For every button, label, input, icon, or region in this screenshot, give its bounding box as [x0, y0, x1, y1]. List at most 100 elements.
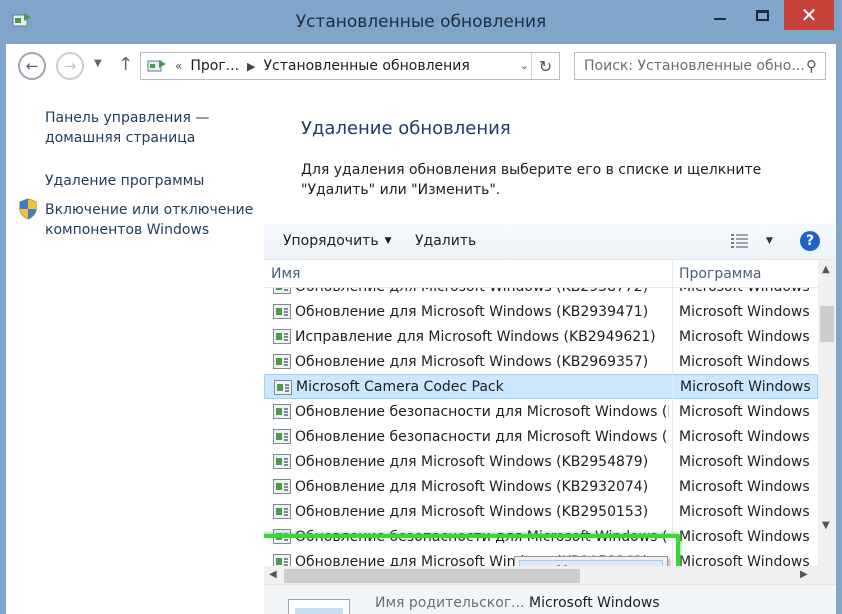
arrow-left-icon: ←: [25, 57, 39, 75]
column-header-name[interactable]: Имя: [271, 266, 300, 282]
sidebar-item-label: домашняя страница: [45, 130, 196, 146]
control-panel-icon: [147, 60, 166, 72]
shield-icon: [19, 198, 37, 220]
update-icon: [273, 454, 291, 469]
row-name-cell: Обновление для Microsoft Windows (KB2969…: [295, 353, 649, 370]
row-program-cell: Microsoft Windows: [679, 478, 810, 495]
minimize-button[interactable]: [706, 0, 734, 30]
update-icon: [273, 479, 291, 494]
row-program-cell: Microsoft Windows: [679, 303, 810, 320]
update-thumbnail-icon: [288, 599, 350, 614]
update-icon: [273, 404, 291, 419]
address-overflow-chevron[interactable]: «: [175, 59, 182, 73]
updates-list: Обновление для Microsoft Windows (KB2938…: [264, 260, 836, 614]
list-header: Имя Программа: [264, 260, 818, 288]
help-button[interactable]: ?: [800, 231, 820, 251]
search-icon: ⚲: [806, 57, 817, 75]
table-row[interactable]: Обновление для Microsoft Windows (KB2939…: [264, 299, 818, 324]
row-program-cell: Microsoft Windows: [680, 378, 811, 395]
table-row[interactable]: Обновление для Microsoft Windows (KB2954…: [264, 449, 818, 474]
row-program-cell: Microsoft Windows: [679, 503, 810, 520]
table-row[interactable]: Исправление для Microsoft Windows (KB294…: [264, 324, 818, 349]
details-pane: Имя родительског... Microsoft Windows: [264, 584, 836, 614]
update-icon: [273, 504, 291, 519]
table-row[interactable]: Обновление для Microsoft Windows (KB2950…: [264, 499, 818, 524]
breadcrumb-programs[interactable]: Прог...: [190, 58, 239, 74]
horizontal-scrollbar[interactable]: ◀ ▶: [264, 566, 818, 586]
row-name-cell: Обновление безопасности для Microsoft Wi…: [295, 403, 669, 420]
update-icon: [274, 380, 292, 395]
left-navigation-panel: Панель управления — домашняя страница Уд…: [6, 88, 264, 614]
sidebar-item-uninstall-program[interactable]: Удаление программы: [45, 171, 204, 191]
table-row[interactable]: Обновление для Microsoft Windows (KB2932…: [264, 474, 818, 499]
table-row[interactable]: Microsoft Camera Codec Pack Microsoft Win…: [264, 374, 818, 399]
title-bar[interactable]: Установленные обновления ✕: [0, 0, 842, 44]
close-button[interactable]: ✕: [784, 0, 834, 30]
search-input[interactable]: Поиск: Установленные обно... ⚲: [574, 52, 826, 80]
view-options-dropdown[interactable]: ▼: [766, 236, 773, 246]
row-program-cell: Microsoft Windows: [679, 453, 810, 470]
row-name-cell: Обновление для Microsoft Windows (KB2950…: [295, 503, 649, 520]
close-icon: ✕: [800, 3, 818, 27]
scroll-down-icon[interactable]: ▼: [822, 520, 830, 531]
address-dropdown-icon[interactable]: ⌄: [520, 59, 529, 72]
page-title: Удаление обновления: [301, 118, 511, 139]
sidebar-item-label: Включение или отключение: [45, 202, 254, 218]
row-name-cell: Microsoft Camera Codec Pack: [296, 378, 504, 395]
main-content: Удаление обновления Для удаления обновле…: [264, 88, 836, 614]
scroll-right-icon[interactable]: ▶: [800, 569, 808, 580]
vertical-scroll-thumb[interactable]: [820, 306, 834, 342]
row-program-cell: Microsoft Windows: [679, 403, 810, 420]
update-icon: [273, 304, 291, 319]
update-icon: [273, 354, 291, 369]
table-row[interactable]: Обновление для Microsoft Windows (KB2969…: [264, 349, 818, 374]
row-name-cell: Обновление безопасности для Microsoft Wi…: [295, 428, 669, 445]
description-line: "Удалить" или "Изменить".: [301, 182, 501, 198]
scroll-up-icon[interactable]: ▲: [822, 264, 830, 275]
sidebar-item-control-panel-home[interactable]: Панель управления — домашняя страница: [45, 108, 209, 148]
sidebar-item-windows-features[interactable]: Включение или отключение компонентов Win…: [45, 200, 253, 240]
update-icon: [273, 329, 291, 344]
sidebar-item-label: компонентов Windows: [45, 222, 210, 238]
breadcrumb-installed-updates[interactable]: Установленные обновления: [264, 58, 470, 74]
update-icon: [273, 429, 291, 444]
organize-label: Упорядочить: [283, 233, 379, 249]
row-program-cell: Microsoft Windows: [679, 428, 810, 445]
refresh-button[interactable]: ↻: [531, 53, 559, 79]
organize-button[interactable]: Упорядочить ▼: [283, 233, 392, 249]
page-description: Для удаления обновления выберите его в с…: [301, 160, 801, 200]
installed-updates-window: Установленные обновления ✕ ← → ▼ ↑ « Про…: [0, 0, 842, 614]
command-toolbar: Упорядочить ▼ Удалить ▼ ?: [264, 224, 836, 260]
minimize-icon: [714, 18, 726, 20]
breadcrumb-separator-icon[interactable]: ▶: [247, 60, 255, 73]
search-placeholder: Поиск: Установленные обно...: [584, 58, 805, 74]
uninstall-button[interactable]: Удалить: [415, 233, 476, 249]
row-program-cell: Microsoft Windows: [679, 328, 810, 345]
sidebar-item-label: Панель управления —: [45, 110, 210, 126]
scroll-left-icon[interactable]: ◀: [269, 569, 277, 580]
row-name-cell: Исправление для Microsoft Windows (KB294…: [295, 328, 656, 345]
row-name-cell: Обновление для Microsoft Windows (KB2939…: [295, 303, 649, 320]
back-button[interactable]: ←: [18, 52, 46, 80]
sidebar-item-label: Удаление программы: [45, 173, 205, 189]
details-parent-name-value: Microsoft Windows: [529, 595, 660, 611]
row-name-cell: Обновление для Microsoft Windows (KB2932…: [295, 478, 649, 495]
arrow-right-icon: →: [63, 57, 77, 75]
vertical-scrollbar[interactable]: ▲ ▼: [818, 260, 836, 586]
horizontal-scroll-thumb[interactable]: [284, 569, 580, 583]
refresh-icon: ↻: [538, 56, 553, 76]
row-name-cell: Обновление для Microsoft Windows (KB2954…: [295, 453, 649, 470]
column-header-program[interactable]: Программа: [679, 266, 762, 282]
address-bar[interactable]: « Прог... ▶ Установленные обновления ⌄ ↻: [140, 52, 560, 80]
row-program-cell: Microsoft Windows: [679, 528, 810, 545]
table-row[interactable]: Обновление безопасности для Microsoft Wi…: [264, 399, 818, 424]
maximize-icon: [755, 9, 769, 21]
row-program-cell: Microsoft Windows: [679, 353, 810, 370]
view-details-icon[interactable]: [730, 233, 750, 249]
recent-locations-dropdown[interactable]: ▼: [94, 58, 102, 69]
table-row[interactable]: Обновление безопасности для Microsoft Wi…: [264, 424, 818, 449]
forward-button[interactable]: →: [56, 52, 84, 80]
chevron-down-icon: ▼: [384, 236, 392, 246]
maximize-button[interactable]: [742, 0, 782, 30]
up-button[interactable]: ↑: [118, 54, 133, 75]
